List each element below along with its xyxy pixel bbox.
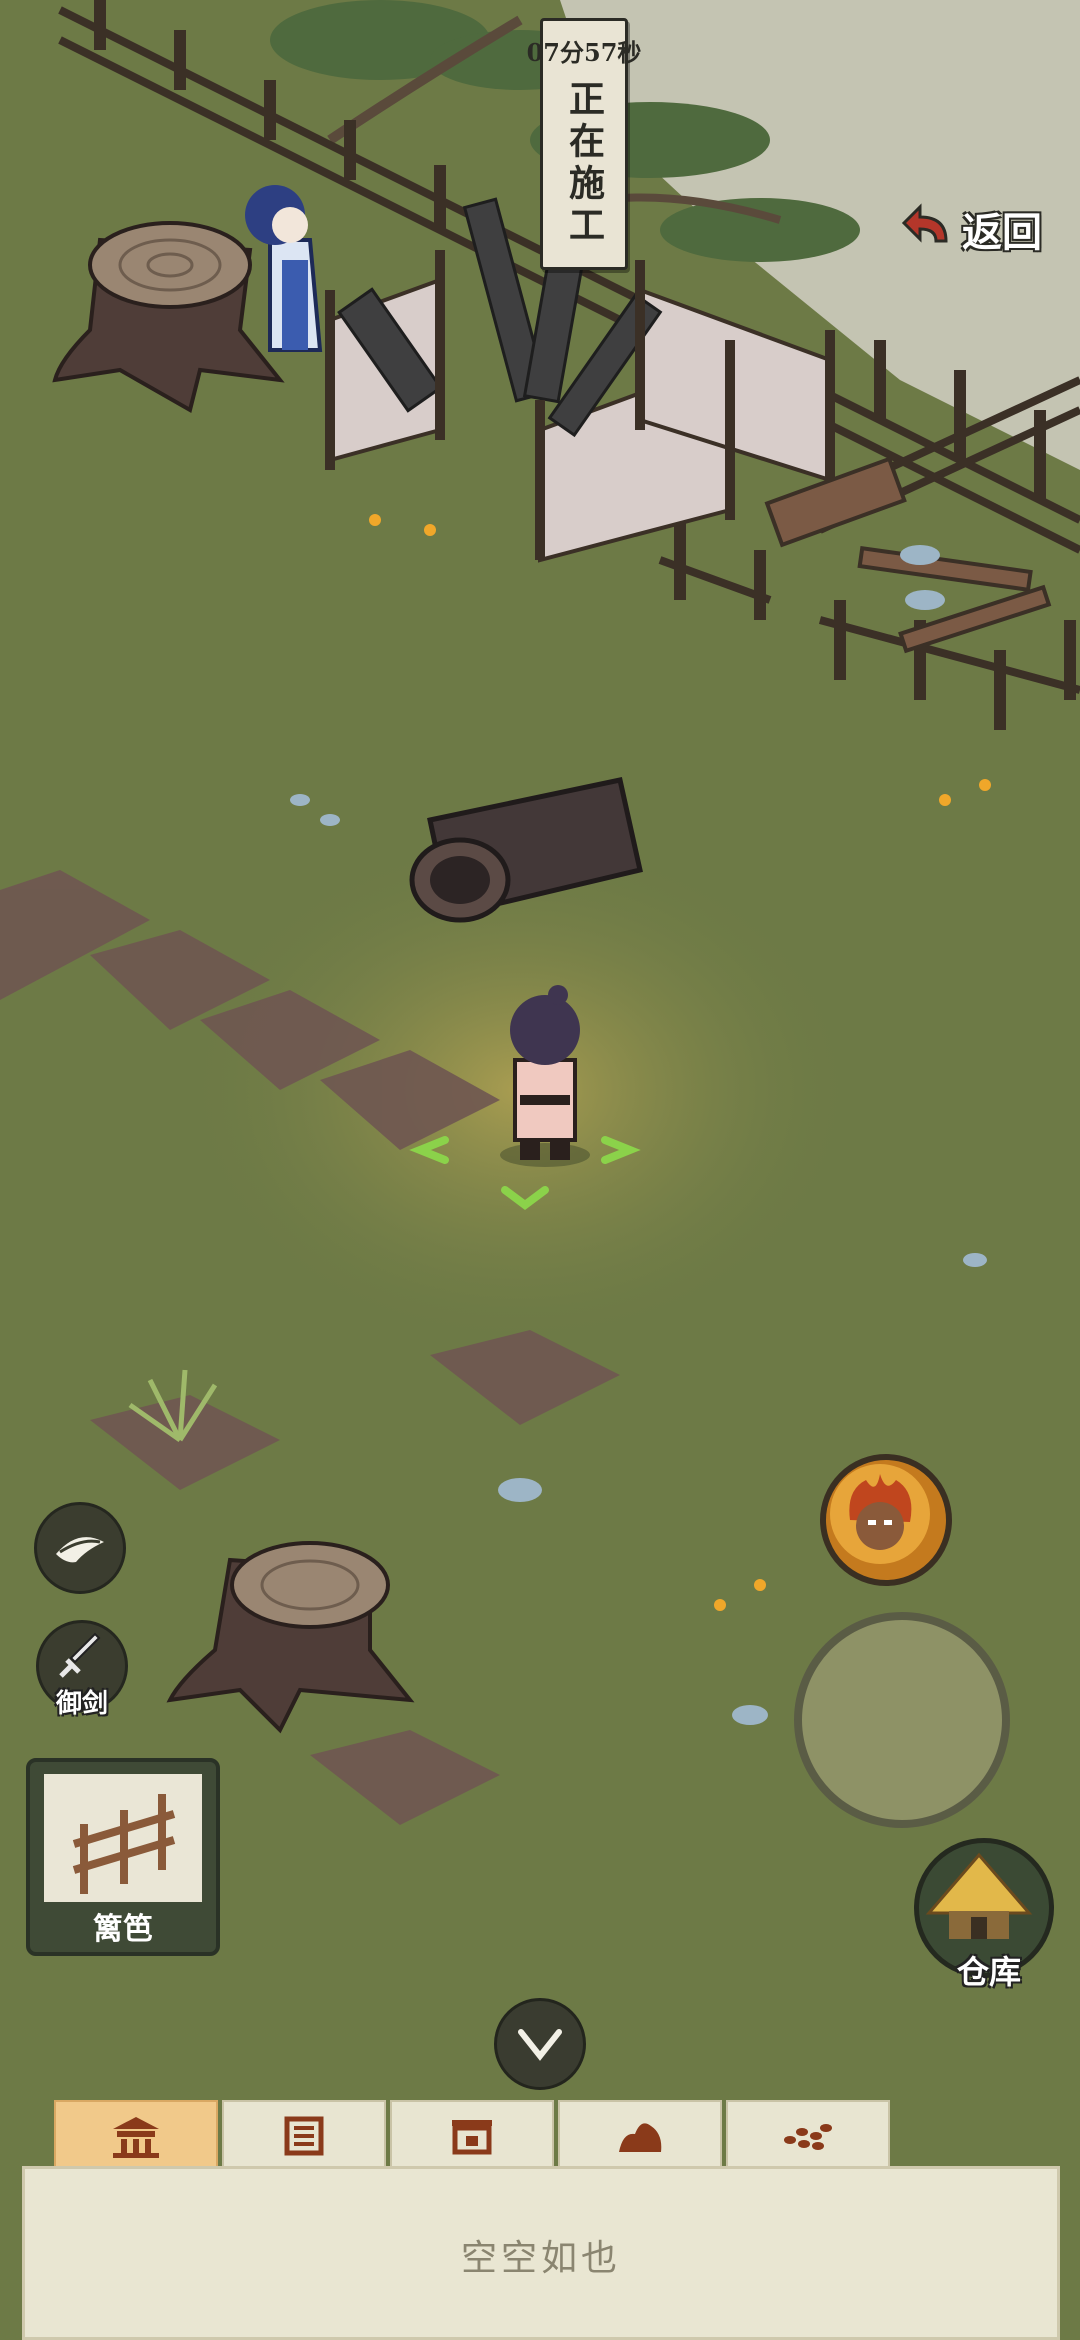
straw-hut-icon bbox=[925, 1852, 1033, 1939]
character-avatar-button[interactable] bbox=[820, 1454, 952, 1586]
tab-rock[interactable] bbox=[558, 2100, 722, 2172]
sword-flight-button[interactable]: 御剑 bbox=[36, 1620, 128, 1719]
collapse-button[interactable] bbox=[494, 1998, 586, 2090]
back-button[interactable]: 返回 bbox=[900, 194, 1070, 264]
construction-sign[interactable]: 07分57秒 正在施工 bbox=[527, 18, 641, 270]
warehouse-label: 仓库 bbox=[956, 1953, 1021, 1991]
movement-joystick[interactable] bbox=[794, 1612, 1010, 1828]
fence-card-label: 篱笆 bbox=[93, 1912, 153, 1947]
seed-icon bbox=[784, 2124, 832, 2150]
tab-building[interactable] bbox=[54, 2100, 218, 2172]
field-icon bbox=[284, 2116, 324, 2156]
back-label: 返回 bbox=[962, 209, 1042, 256]
vision-button[interactable] bbox=[34, 1502, 126, 1594]
sword-icon bbox=[59, 1632, 101, 1678]
fence-build-card[interactable]: 篱笆 bbox=[26, 1758, 220, 1956]
chevron-down-icon bbox=[518, 2029, 562, 2061]
rock-icon bbox=[619, 2123, 662, 2152]
warehouse-button[interactable]: 仓库 bbox=[914, 1838, 1054, 1991]
eye-icon bbox=[56, 1537, 104, 1563]
fence-icon bbox=[72, 1794, 176, 1894]
flame-face-icon bbox=[830, 1464, 930, 1564]
construction-status: 正在施工 bbox=[563, 80, 605, 248]
empty-inventory-text: 空空如也 bbox=[460, 2238, 621, 2279]
sword-label: 御剑 bbox=[55, 1689, 108, 1719]
back-arrow-icon bbox=[901, 203, 948, 243]
tab-field[interactable] bbox=[222, 2100, 386, 2172]
fence-card-preview bbox=[44, 1774, 202, 1902]
tab-furniture[interactable] bbox=[390, 2100, 554, 2172]
inventory-panel: 空空如也 bbox=[22, 2166, 1060, 2340]
game-scene[interactable] bbox=[0, 0, 1080, 2340]
construction-timer: 07分57秒 bbox=[526, 38, 642, 67]
furniture-icon bbox=[452, 2120, 492, 2155]
tab-seed[interactable] bbox=[726, 2100, 890, 2172]
build-category-tabs bbox=[54, 2100, 890, 2172]
building-icon bbox=[113, 2117, 159, 2158]
